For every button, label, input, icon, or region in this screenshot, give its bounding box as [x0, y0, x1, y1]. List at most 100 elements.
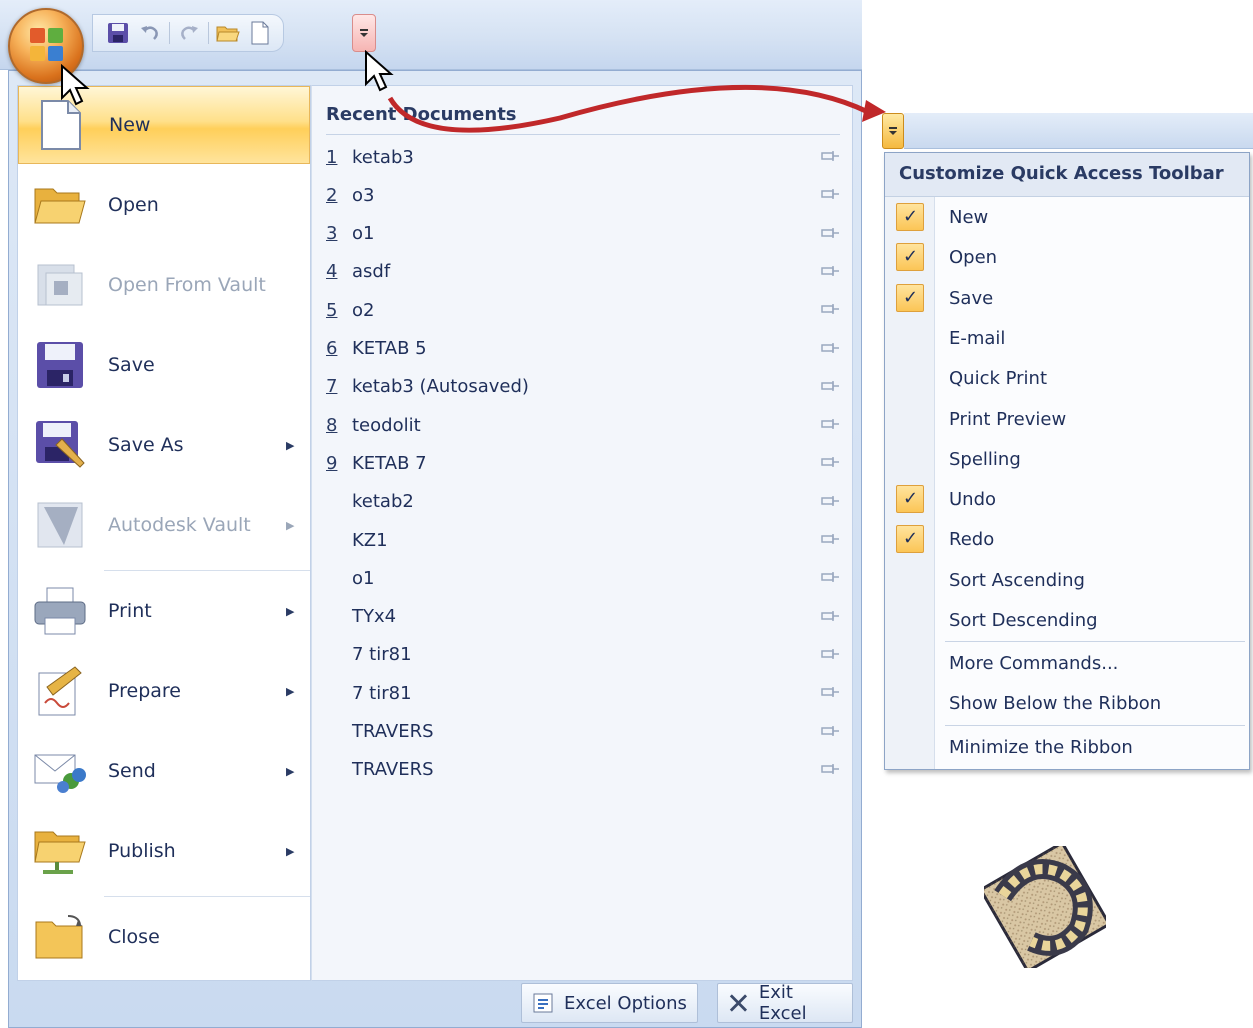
pin-icon[interactable] — [820, 686, 840, 698]
autodesk-vault-icon — [30, 495, 90, 555]
menu-item-close[interactable]: Close — [18, 898, 310, 976]
recent-documents-title: Recent Documents — [326, 104, 517, 125]
chevron-down-icon — [889, 127, 897, 135]
recent-document-name: TRAVERS — [352, 759, 434, 781]
qat-save-button[interactable] — [103, 18, 133, 48]
recent-document-item[interactable]: 9 KETAB 7 — [326, 444, 846, 482]
pin-icon[interactable] — [820, 763, 840, 775]
pin-icon[interactable] — [820, 303, 840, 315]
pin-icon[interactable] — [820, 533, 840, 545]
qat-undo-button[interactable] — [135, 18, 165, 48]
menu-item-prepare[interactable]: Prepare ▶ — [18, 652, 310, 730]
recent-document-number: 4 — [326, 261, 338, 283]
pin-icon[interactable] — [820, 610, 840, 622]
customize-qat-item[interactable]: Spelling — [885, 439, 1249, 479]
customize-qat-item[interactable]: Sort Ascending — [885, 560, 1249, 600]
menu-item-label: Autodesk Vault — [108, 514, 251, 536]
pin-icon[interactable] — [820, 265, 840, 277]
customize-qat-item[interactable]: Print Preview — [885, 399, 1249, 439]
recent-document-item[interactable]: 5 o2 — [326, 291, 846, 329]
customize-qat-item[interactable]: Sort Descending — [885, 600, 1249, 640]
pin-icon[interactable] — [820, 648, 840, 660]
recent-document-item[interactable]: TYx4 — [326, 598, 846, 636]
customize-qat-item[interactable]: Open — [885, 237, 1249, 277]
menu-item-open[interactable]: Open — [18, 166, 310, 244]
recent-document-item[interactable]: KZ1 — [326, 521, 846, 559]
pin-icon[interactable] — [820, 150, 840, 162]
menu-item-label: Close — [108, 926, 160, 948]
recent-document-item[interactable]: 2 o3 — [326, 176, 846, 214]
pin-icon[interactable] — [820, 380, 840, 392]
qat-customize-dropdown[interactable] — [352, 14, 376, 52]
recent-document-item[interactable]: ketab2 — [326, 483, 846, 521]
pin-icon[interactable] — [820, 571, 840, 583]
menu-item-save-as[interactable]: Save As ▶ — [18, 406, 310, 484]
recent-document-name: asdf — [352, 261, 391, 283]
close-icon — [729, 994, 748, 1012]
chevron-down-icon — [360, 29, 368, 37]
recent-document-item[interactable]: 4 asdf — [326, 253, 846, 291]
menu-item-send[interactable]: Send ▶ — [18, 732, 310, 810]
menu-item-print[interactable]: Print ▶ — [18, 572, 310, 650]
pin-icon[interactable] — [820, 725, 840, 737]
recent-documents-panel: Recent Documents 1 ketab3 2 o3 3 o1 4 asdf 5 o2 6 K… — [311, 85, 853, 981]
recent-document-item[interactable]: TRAVERS — [326, 713, 846, 751]
recent-document-item[interactable]: TRAVERS — [326, 751, 846, 789]
more-commands-item[interactable]: More Commands... — [885, 643, 1249, 683]
pin-icon[interactable] — [820, 188, 840, 200]
customize-qat-item-label: Sort Descending — [949, 610, 1098, 631]
menu-item-autodesk-vault[interactable]: Autodesk Vault ▶ — [18, 486, 310, 564]
menu-separator — [945, 725, 1245, 726]
qat-separator — [208, 22, 209, 44]
options-icon — [533, 993, 553, 1013]
pin-icon[interactable] — [820, 342, 840, 354]
qat-customize-dropdown-open[interactable] — [882, 113, 904, 149]
recent-document-item[interactable]: 7 ketab3 (Autosaved) — [326, 368, 846, 406]
recent-document-number: 8 — [326, 414, 338, 436]
open-folder-icon — [30, 175, 90, 235]
recent-document-number: 5 — [326, 299, 338, 321]
customize-qat-item-label: Open — [949, 247, 998, 269]
customize-qat-item[interactable]: Undo — [885, 479, 1249, 519]
qat-open-button[interactable] — [213, 18, 243, 48]
pin-icon[interactable] — [820, 456, 840, 468]
recent-document-item[interactable]: 6 KETAB 5 — [326, 330, 846, 368]
menu-item-label: Open — [108, 194, 159, 216]
recent-document-name: o2 — [352, 299, 375, 321]
recent-document-name: 7 tir81 — [352, 644, 412, 666]
customize-qat-item-label: Quick Print — [949, 368, 1048, 390]
customize-qat-item[interactable]: New — [885, 197, 1249, 237]
recent-document-item[interactable]: 7 tir81 — [326, 674, 846, 712]
excel-options-button[interactable]: Excel Options — [521, 983, 698, 1023]
recent-document-item[interactable]: 1 ketab3 — [326, 138, 846, 176]
recent-document-name: KETAB 5 — [352, 338, 427, 359]
qat-new-button[interactable] — [245, 18, 275, 48]
customize-qat-item[interactable]: E-mail — [885, 318, 1249, 358]
title-bar — [0, 0, 862, 70]
menu-item-publish[interactable]: Publish ▶ — [18, 812, 310, 890]
recent-document-item[interactable]: 3 o1 — [326, 215, 846, 253]
recent-document-item[interactable]: 7 tir81 — [326, 636, 846, 674]
office-logo-icon — [30, 28, 64, 62]
submenu-arrow-icon: ▶ — [286, 604, 295, 618]
menu-item-label: Save As — [108, 434, 184, 456]
recent-document-name: ketab2 — [352, 491, 414, 513]
recent-document-item[interactable]: 8 teodolit — [326, 406, 846, 444]
pin-icon[interactable] — [820, 227, 840, 239]
close-folder-icon — [30, 907, 90, 967]
menu-item-open-from-vault[interactable]: Open From Vault — [18, 246, 310, 324]
recent-document-item[interactable]: o1 — [326, 559, 846, 597]
qat-redo-button[interactable] — [174, 18, 204, 48]
menu-separator — [945, 641, 1245, 642]
menu-item-save[interactable]: Save — [18, 326, 310, 404]
customize-qat-item[interactable]: Save — [885, 278, 1249, 318]
minimize-ribbon-item[interactable]: Minimize the Ribbon — [885, 727, 1249, 767]
menu-item-label: Publish — [108, 840, 176, 862]
pin-icon[interactable] — [820, 495, 840, 507]
customize-qat-item[interactable]: Quick Print — [885, 358, 1249, 398]
show-below-ribbon-item[interactable]: Show Below the Ribbon — [885, 683, 1249, 723]
pin-icon[interactable] — [820, 418, 840, 430]
customize-qat-item[interactable]: Redo — [885, 519, 1249, 559]
exit-excel-button[interactable]: Exit Excel — [717, 982, 853, 1024]
recent-document-name: TRAVERS — [352, 721, 434, 742]
